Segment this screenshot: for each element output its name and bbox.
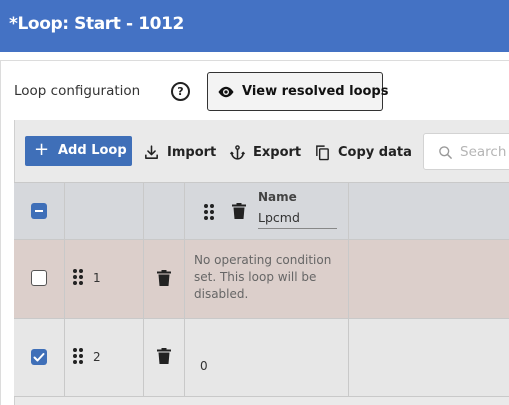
grid-divider [14,318,509,319]
select-all-checkbox[interactable] [31,203,47,219]
row-index: 2 [93,350,101,364]
row-checkbox[interactable] [31,349,47,365]
grid-divider [64,182,65,396]
name-filter-input[interactable] [258,207,337,229]
eye-icon [218,86,234,98]
grid-divider [14,182,509,183]
table-row[interactable] [14,318,509,396]
trash-icon[interactable] [232,203,246,219]
checkmark-icon [33,353,45,362]
trash-icon[interactable] [157,270,171,286]
search-box [423,133,509,170]
copy-icon [316,144,329,160]
row-name-value[interactable]: 0 [200,359,208,373]
export-button[interactable]: Export [229,141,301,163]
title-bar: *Loop: Start - 1012 [0,0,509,52]
grid-divider [143,182,144,396]
drag-handle-icon[interactable] [204,204,214,220]
anchor-icon [229,144,246,160]
search-icon [439,146,452,159]
drag-handle-icon[interactable] [73,348,83,364]
add-loop-label: Add Loop [58,143,127,158]
grid-divider [184,182,185,396]
download-icon [145,144,158,159]
copy-data-button[interactable]: Copy data [314,141,412,163]
trash-icon[interactable] [157,348,171,364]
grid-divider [14,396,509,397]
drag-handle-icon[interactable] [73,269,83,285]
view-resolved-loops-label: View resolved loops [242,84,389,99]
export-label: Export [253,144,302,160]
search-input[interactable] [460,142,509,162]
name-column-header[interactable]: Name [258,190,297,204]
add-loop-button[interactable]: + Add Loop [25,136,132,166]
loop-configuration-label: Loop configuration [14,83,141,99]
window-title: *Loop: Start - 1012 [9,14,184,34]
disabled-loop-message: No operating condition set. This loop wi… [194,253,332,301]
view-resolved-loops-button[interactable]: View resolved loops [207,72,388,111]
row-index: 1 [93,271,101,285]
help-circle-icon[interactable]: ? [171,82,190,101]
copy-data-label: Copy data [338,144,412,160]
import-label: Import [167,144,217,160]
plus-icon: + [34,139,50,160]
grid-divider [14,239,509,240]
import-button[interactable]: Import [143,141,216,163]
grid-divider [348,182,349,396]
row-checkbox[interactable] [31,270,47,286]
